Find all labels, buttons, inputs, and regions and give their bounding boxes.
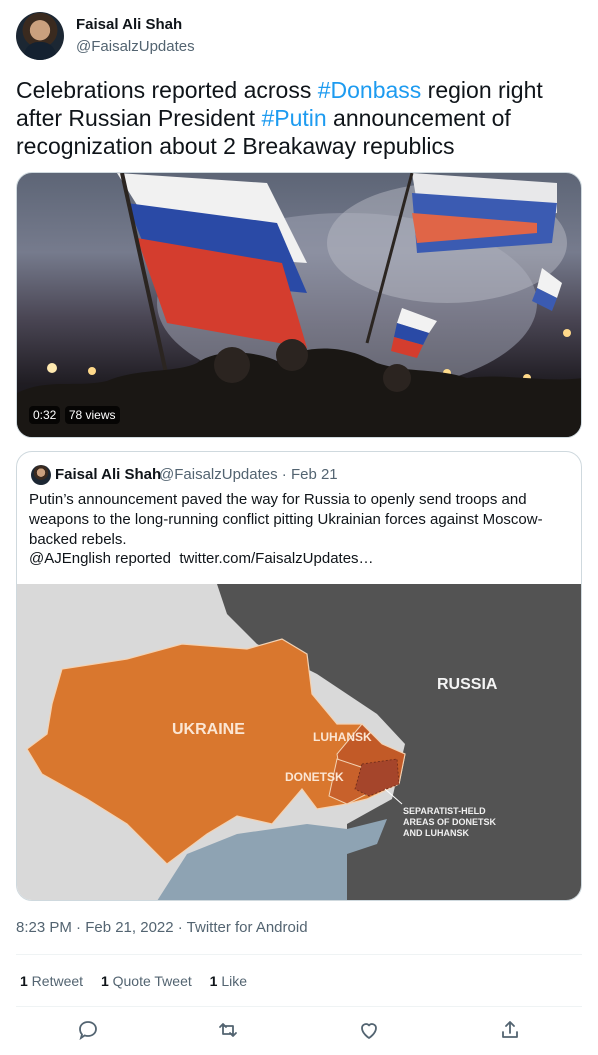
quote-tweet[interactable]: Faisal Ali Shah @FaisalzUpdates · Feb 21…	[16, 451, 582, 901]
engagement-stats: 1 Retweet 1 Quote Tweet 1 Like	[20, 973, 261, 989]
quote-tweets-count: 1	[100, 973, 109, 989]
quote-link: twitter.com/FaisalzUpdates…	[179, 550, 374, 567]
author-handle[interactable]: @FaisalzUpdates	[76, 38, 195, 55]
map-legend-line3: AND LUHANSK	[403, 828, 469, 838]
retweets-count: 1	[20, 973, 28, 989]
hashtag-donbass[interactable]: #Donbass	[318, 77, 422, 103]
map-label-russia: RUSSIA	[437, 676, 498, 693]
quote-tweets-stat[interactable]: 1 Quote Tweet	[101, 973, 192, 989]
quote-avatar	[31, 465, 51, 485]
retweet-icon	[219, 1023, 237, 1037]
retweets-label: Retweet	[27, 973, 84, 989]
map-label-luhansk: LUHANSK	[313, 730, 372, 744]
map-legend-line2: AREAS OF DONETSK	[403, 817, 497, 827]
divider	[16, 1006, 582, 1007]
hashtag-putin[interactable]: #Putin	[261, 105, 326, 131]
likes-stat[interactable]: 1 Like	[210, 973, 247, 989]
reply-icon	[79, 1021, 97, 1041]
quote-tweets-label: Quote Tweet	[108, 973, 192, 989]
share-button[interactable]	[498, 1018, 524, 1044]
quote-text: Putin’s announcement paved the way for R…	[29, 491, 543, 548]
tweet-text-segment: Celebrations reported across	[16, 77, 318, 103]
map-label-donetsk: DONETSK	[285, 770, 344, 784]
share-icon	[502, 1021, 518, 1038]
retweets-stat[interactable]: 1 Retweet	[20, 973, 83, 989]
heart-icon	[361, 1023, 377, 1039]
quote-meta: @FaisalzUpdates · Feb 21	[159, 466, 338, 483]
quote-reported-text: reported	[110, 550, 180, 567]
reply-button[interactable]	[76, 1018, 102, 1044]
video-duration: 0:32	[29, 406, 61, 424]
video-views: 78 views	[64, 406, 120, 424]
retweet-button[interactable]	[216, 1018, 242, 1044]
likes-label: Like	[217, 973, 248, 989]
tweet-text: Celebrations reported across #Donbass re…	[16, 76, 576, 160]
quote-reference: @AJEnglish reported twitter.com/FaisalzU…	[29, 550, 374, 567]
quote-date: Feb 21	[290, 466, 338, 483]
author-avatar[interactable]	[16, 12, 64, 60]
tweet-timestamp[interactable]: 8:23 PM · Feb 21, 2022 · Twitter for And…	[16, 919, 308, 936]
like-button[interactable]	[357, 1018, 383, 1044]
quote-mention: @AJEnglish	[29, 550, 111, 567]
quote-author-handle: @FaisalzUpdates	[159, 466, 278, 483]
video-frame	[17, 173, 581, 437]
map-image: RUSSIA UKRAINE LUHANSK DONETSK SEPARATIS…	[17, 584, 581, 900]
action-bar	[16, 1014, 582, 1048]
quote-separator: ·	[281, 466, 287, 483]
divider	[16, 954, 582, 955]
map-legend-line1: SEPARATIST-HELD	[403, 806, 486, 816]
video-badges: 0:32 78 views	[29, 406, 120, 424]
quote-author-name: Faisal Ali Shah	[55, 466, 162, 483]
author-name[interactable]: Faisal Ali Shah	[76, 16, 182, 33]
video-player[interactable]: 0:32 78 views	[16, 172, 582, 438]
map-label-ukraine: UKRAINE	[172, 721, 245, 738]
